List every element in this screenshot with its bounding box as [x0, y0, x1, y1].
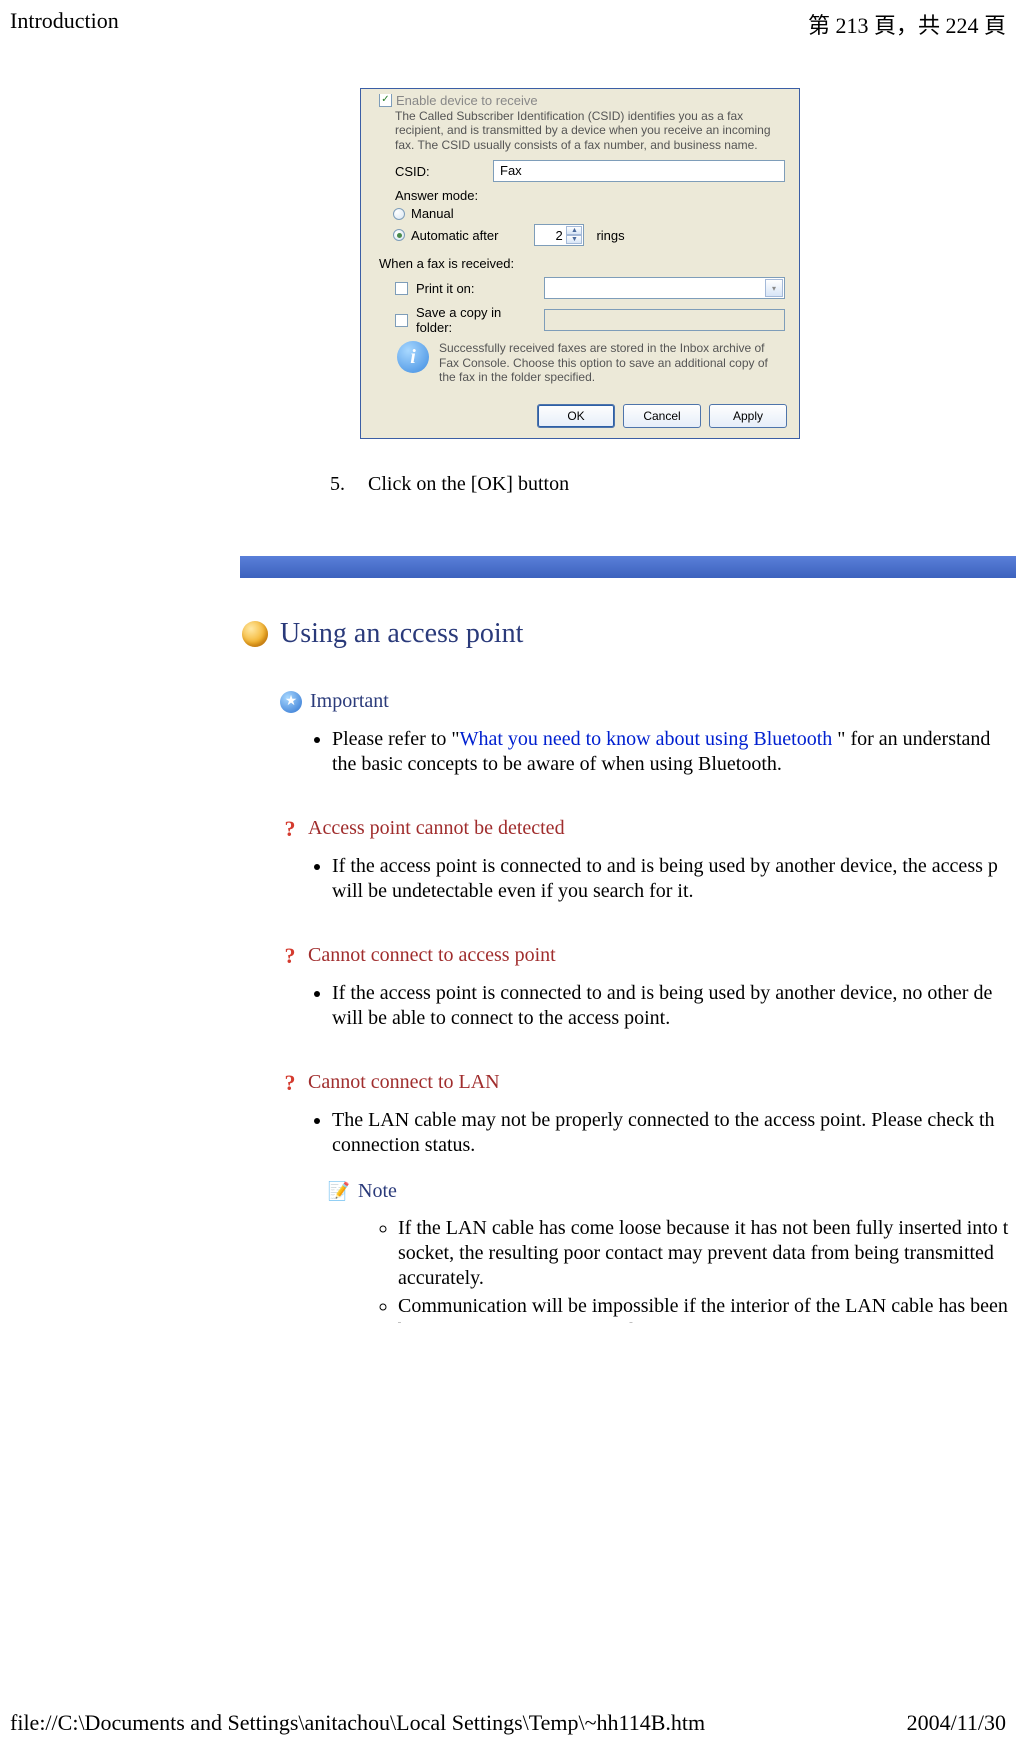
- info-icon: i: [397, 341, 429, 373]
- qa-bullet: If the access point is connected to and …: [332, 981, 1016, 1031]
- enable-label: Enable device to receive: [396, 93, 538, 107]
- note-item: If the LAN cable has come loose because …: [398, 1216, 1016, 1291]
- section-divider: [240, 556, 1016, 578]
- info-text: Successfully received faxes are stored i…: [439, 341, 785, 384]
- fax-dialog: ✓ Enable device to receive The Called Su…: [360, 88, 800, 439]
- printer-select[interactable]: ▾: [544, 277, 785, 299]
- apply-button[interactable]: Apply: [709, 404, 787, 428]
- cancel-button[interactable]: Cancel: [623, 404, 701, 428]
- ok-button[interactable]: OK: [537, 404, 615, 428]
- qa-connect-ap: ? Cannot connect to access point If the …: [280, 944, 1016, 1031]
- page-header: Introduction 第 213 頁，共 224 頁: [0, 0, 1016, 48]
- qa-detect: ? Access point cannot be detected If the…: [280, 817, 1016, 904]
- rings-suffix: rings: [596, 228, 624, 243]
- radio-manual[interactable]: [393, 208, 405, 220]
- print-checkbox[interactable]: [395, 282, 408, 295]
- qa-connect-lan: ? Cannot connect to LAN The LAN cable ma…: [280, 1071, 1016, 1323]
- radio-auto[interactable]: [393, 229, 405, 241]
- csid-input[interactable]: Fax: [493, 160, 785, 182]
- qa-bullet: The LAN cable may not be properly connec…: [332, 1108, 1016, 1158]
- bluetooth-link[interactable]: What you need to know about using Blueto…: [460, 728, 833, 750]
- question-icon: ?: [280, 818, 300, 840]
- content: ✓ Enable device to receive The Called Su…: [0, 48, 1016, 1323]
- step-text: Click on the [OK] button: [368, 473, 569, 496]
- enable-checkbox[interactable]: ✓: [379, 94, 392, 107]
- print-label: Print it on:: [416, 281, 536, 296]
- print-date: 2004/11/30: [907, 1710, 1006, 1736]
- qa-heading: Access point cannot be detected: [308, 817, 565, 840]
- spinner-buttons[interactable]: ▲▼: [566, 226, 582, 244]
- answer-mode-label: Answer mode:: [395, 188, 785, 203]
- step-5: 5. Click on the [OK] button: [330, 473, 1016, 496]
- radio-auto-label: Automatic after: [411, 228, 498, 243]
- csid-explain: The Called Subscriber Identification (CS…: [395, 109, 785, 152]
- qa-bullet: If the access point is connected to and …: [332, 854, 1016, 904]
- save-checkbox[interactable]: [395, 314, 408, 327]
- note-icon: 📝: [328, 1181, 350, 1203]
- csid-label: CSID:: [395, 164, 485, 179]
- rings-spinner[interactable]: 2 ▲▼: [534, 224, 584, 246]
- file-path: file://C:\Documents and Settings\anitach…: [10, 1710, 705, 1736]
- received-label: When a fax is received:: [379, 256, 785, 271]
- important-label: Important: [310, 690, 389, 713]
- question-icon: ?: [280, 945, 300, 967]
- section-heading: Using an access point: [242, 618, 1016, 650]
- page-number: 第 213 頁，共 224 頁: [808, 8, 1006, 40]
- important-block: ★ Important Please refer to "What you ne…: [280, 690, 1016, 777]
- note-label: Note: [358, 1180, 397, 1203]
- bullet-icon: [242, 621, 268, 647]
- save-label: Save a copy in folder:: [416, 305, 536, 335]
- important-bullet: Please refer to "What you need to know a…: [332, 727, 1016, 777]
- qa-heading: Cannot connect to LAN: [308, 1071, 500, 1094]
- section-title: Using an access point: [280, 618, 523, 650]
- step-number: 5.: [330, 473, 350, 496]
- note-item: Communication will be impossible if the …: [398, 1294, 1016, 1323]
- star-icon: ★: [280, 691, 302, 713]
- radio-manual-label: Manual: [411, 206, 454, 221]
- qa-heading: Cannot connect to access point: [308, 944, 556, 967]
- question-icon: ?: [280, 1072, 300, 1094]
- doc-title: Introduction: [10, 8, 119, 40]
- chevron-down-icon: ▾: [765, 279, 783, 297]
- folder-input[interactable]: [544, 309, 785, 331]
- page-footer: file://C:\Documents and Settings\anitach…: [10, 1710, 1006, 1736]
